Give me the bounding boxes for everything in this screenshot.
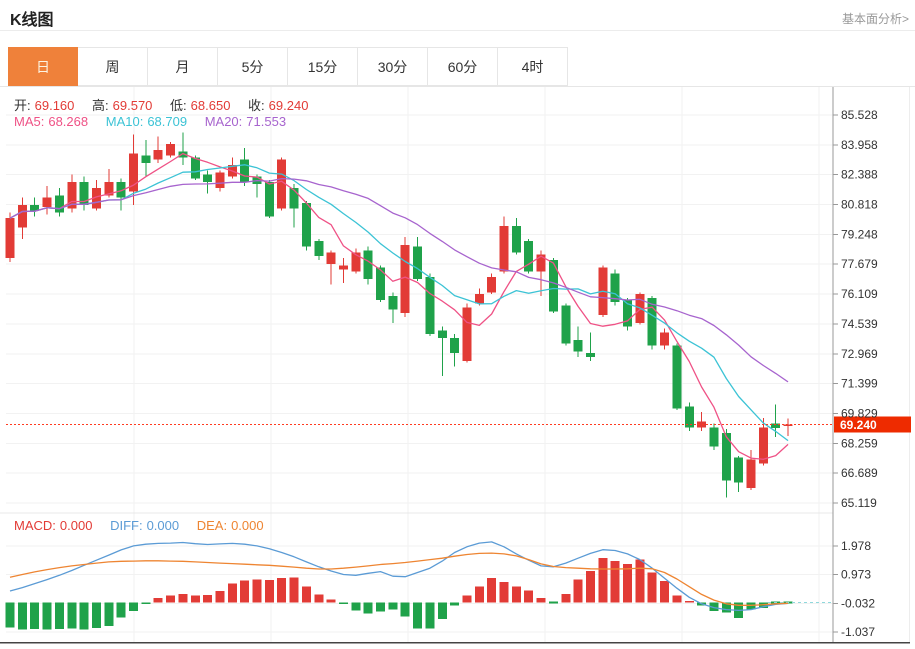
ma20-line: [10, 179, 788, 382]
close-value: 69.240: [269, 98, 309, 113]
y-axis-label: 71.399: [841, 377, 878, 391]
y-axis-label: -1.037: [841, 625, 875, 639]
ma20-value: 71.553: [246, 114, 286, 129]
fundamental-analysis-link[interactable]: 基本面分析>: [842, 10, 909, 27]
y-axis-label: 76.109: [841, 287, 878, 301]
macd-label: MACD:: [14, 518, 56, 533]
y-axis-label: -0.032: [841, 596, 875, 610]
ma10-label: MA10:: [106, 114, 144, 129]
ma20-label: MA20:: [205, 114, 243, 129]
period-tab-1[interactable]: 周: [78, 47, 148, 86]
y-axis-label: 83.958: [841, 138, 878, 152]
period-tab-2[interactable]: 月: [148, 47, 218, 86]
dea-line: [10, 553, 788, 605]
period-tabbar: 日周月5分15分30分60分4时: [0, 47, 915, 87]
low-value: 68.650: [191, 98, 231, 113]
y-axis-label: 72.969: [841, 347, 878, 361]
diff-label: DIFF:: [110, 518, 143, 533]
y-axis-label: 0.973: [841, 568, 871, 582]
open-value: 69.160: [35, 98, 75, 113]
dea-value: 0.000: [231, 518, 264, 533]
period-tab-7[interactable]: 4时: [498, 47, 568, 86]
y-axis-label: 77.679: [841, 257, 878, 271]
ohlc-readout: 开: 69.160 高: 69.570 低: 68.650 收: 69.240: [14, 95, 312, 114]
ma10-value: 68.709: [147, 114, 187, 129]
header-divider: [0, 30, 915, 31]
open-label: 开:: [14, 98, 31, 113]
high-label: 高:: [92, 98, 109, 113]
y-axis-label: 66.689: [841, 466, 878, 480]
macd-value: 0.000: [60, 518, 93, 533]
diff-value: 0.000: [147, 518, 180, 533]
ma5-value: 68.268: [48, 114, 88, 129]
y-axis-label: 69.829: [841, 406, 878, 420]
dea-label: DEA:: [197, 518, 227, 533]
close-label: 收:: [248, 98, 265, 113]
y-axis-label: 65.119: [841, 496, 877, 510]
y-axis-label: 80.818: [841, 198, 878, 212]
period-tab-0[interactable]: 日: [8, 47, 78, 86]
period-tab-6[interactable]: 60分: [428, 47, 498, 86]
y-axis-label: 68.259: [841, 436, 878, 450]
ma10-line: [10, 165, 788, 441]
y-axis-label: 85.528: [841, 108, 878, 122]
period-tabs: 日周月5分15分30分60分4时: [8, 47, 915, 86]
ma5-label: MA5:: [14, 114, 44, 129]
period-tab-3[interactable]: 5分: [218, 47, 288, 86]
y-axis-label: 74.539: [841, 317, 878, 331]
y-axis-label: 79.248: [841, 227, 878, 241]
macd-readout: MACD: 0.000 DIFF: 0.000 DEA: 0.000: [14, 518, 268, 533]
page-title: K线图: [10, 6, 54, 30]
y-axis-label: 1.978: [841, 539, 871, 553]
period-tab-4[interactable]: 15分: [288, 47, 358, 86]
y-axis-label: 82.388: [841, 168, 878, 182]
low-label: 低:: [170, 98, 187, 113]
ma-readout: MA5: 68.268 MA10:68.709 MA20:71.553: [14, 114, 290, 129]
high-value: 69.570: [113, 98, 153, 113]
period-tab-5[interactable]: 30分: [358, 47, 428, 86]
